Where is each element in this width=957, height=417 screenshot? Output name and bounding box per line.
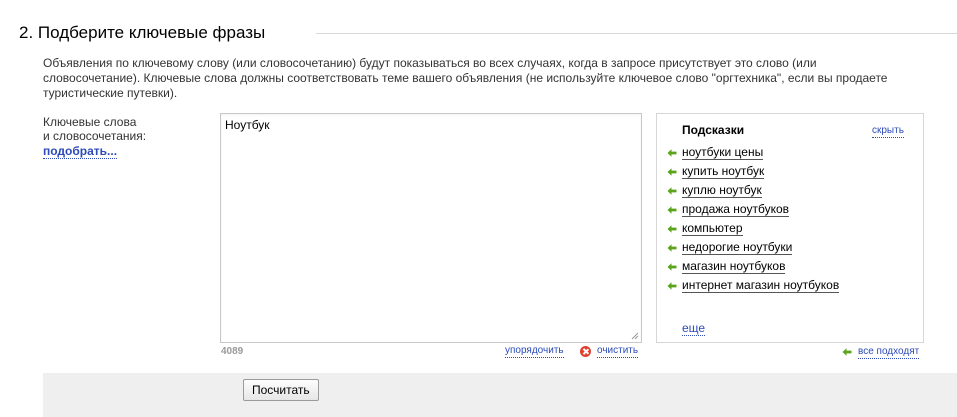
all-fit[interactable]: все подходят <box>842 346 920 359</box>
all-fit-link[interactable]: все подходят <box>858 346 920 359</box>
hint-item[interactable]: ноутбуки цены <box>667 145 764 161</box>
hint-item[interactable]: недорогие ноутбуки <box>667 240 793 256</box>
hint-item[interactable]: интернет магазин ноутбуков <box>667 278 840 294</box>
green-left-arrow-icon <box>667 187 677 195</box>
green-left-arrow-icon <box>667 168 677 176</box>
keywords-label-line1: Ключевые слова <box>43 115 137 129</box>
section-description: Объявления по ключевому слову (или слово… <box>43 56 888 100</box>
hint-item-label[interactable]: купить ноутбук <box>682 165 765 179</box>
hint-item-label[interactable]: куплю ноутбук <box>682 184 762 198</box>
clear-keywords[interactable]: очистить <box>580 344 639 358</box>
section-title: 2. Подберите ключевые фразы <box>19 23 266 42</box>
keywords-label-line2: и словосочетания: <box>43 129 147 143</box>
green-left-arrow-icon <box>667 206 677 214</box>
green-left-arrow-icon <box>667 282 677 290</box>
hint-item-label[interactable]: компьютер <box>682 222 743 236</box>
section-header: 2. Подберите ключевые фразы <box>19 20 957 50</box>
keywords-label: Ключевые слова и словосочетания: подобра… <box>43 115 213 159</box>
green-left-arrow-icon <box>667 149 677 157</box>
keywords-textarea[interactable]: Ноутбук <box>220 113 642 343</box>
green-left-arrow-icon <box>667 244 677 252</box>
hint-item-label[interactable]: ноутбуки цены <box>682 146 764 160</box>
sort-keywords-link[interactable]: упорядочить <box>505 345 564 358</box>
hint-item-label[interactable]: интернет магазин ноутбуков <box>682 279 840 293</box>
calculate-button[interactable]: Посчитать <box>243 379 319 401</box>
keywords-char-counter: 4089 <box>221 346 244 357</box>
hint-item-label[interactable]: продажа ноутбуков <box>682 203 789 217</box>
hint-item-label[interactable]: недорогие ноутбуки <box>682 241 793 255</box>
resize-grip-icon[interactable] <box>631 332 639 340</box>
hints-title: Подсказки <box>682 123 745 137</box>
green-left-arrow-icon <box>667 225 677 233</box>
hint-item[interactable]: магазин ноутбуков <box>667 259 786 275</box>
keywords-textarea-value: Ноутбук <box>225 118 270 132</box>
more-hints-link[interactable]: еще <box>682 322 706 336</box>
green-left-arrow-icon <box>667 263 677 271</box>
clear-icon[interactable] <box>580 345 591 357</box>
clear-keywords-link[interactable]: очистить <box>597 345 639 358</box>
bottom-action-bar: Посчитать <box>43 373 957 417</box>
pick-keywords-link[interactable]: подобрать... <box>43 145 118 159</box>
hide-hints-link[interactable]: скрыть <box>872 125 904 138</box>
hint-item[interactable]: куплю ноутбук <box>667 183 762 199</box>
hint-item-label[interactable]: магазин ноутбуков <box>682 260 786 274</box>
section-divider <box>316 33 957 34</box>
hint-item[interactable]: продажа ноутбуков <box>667 202 789 218</box>
hints-panel: Подсказки скрыть ноутбуки цены купить но… <box>656 113 924 343</box>
hint-item[interactable]: компьютер <box>667 221 743 237</box>
hint-item[interactable]: купить ноутбук <box>667 164 765 180</box>
green-left-arrow-icon <box>842 348 852 356</box>
